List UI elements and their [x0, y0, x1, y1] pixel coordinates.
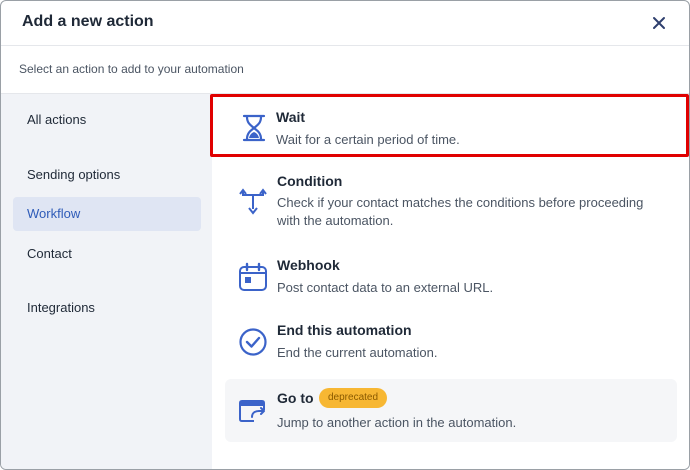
action-webhook[interactable]: Webhook Post contact data to an external… — [212, 257, 688, 301]
action-description: Wait for a certain period of time. — [276, 132, 460, 147]
action-name: Wait — [276, 109, 306, 125]
sidebar-item-label: Workflow — [27, 206, 81, 221]
category-sidebar: All actions Sending options Workflow Con… — [1, 94, 212, 469]
sidebar-item-contact[interactable]: Contact — [13, 237, 201, 271]
goto-window-icon — [237, 396, 267, 426]
deprecated-badge: deprecated — [319, 388, 388, 408]
dialog-header: Add a new action — [1, 1, 689, 46]
add-action-dialog: Add a new action Select an action to add… — [0, 0, 690, 470]
action-condition[interactable]: Condition Check if your contact matches … — [212, 173, 688, 237]
sidebar-item-workflow[interactable]: Workflow — [13, 197, 201, 231]
action-description: Jump to another action in the automation… — [277, 415, 517, 430]
action-description: Check if your contact matches the condit… — [277, 195, 644, 228]
dialog-subtitle-bar: Select an action to add to your automati… — [1, 46, 689, 93]
action-end-automation[interactable]: End this automation End the current auto… — [212, 322, 688, 366]
action-name: Condition — [277, 173, 343, 189]
action-go-to[interactable]: Go to deprecated Jump to another action … — [225, 379, 677, 442]
close-icon[interactable] — [649, 13, 669, 33]
action-description: Post contact data to an external URL. — [277, 280, 494, 295]
action-list: Wait Wait for a certain period of time. … — [210, 94, 689, 469]
branch-icon — [238, 187, 268, 217]
action-name: End this automation — [277, 322, 412, 338]
sidebar-item-label: All actions — [27, 112, 87, 127]
sidebar-item-all-actions[interactable]: All actions — [13, 103, 201, 137]
dialog-title: Add a new action — [22, 13, 154, 30]
sidebar-item-sending-options[interactable]: Sending options — [13, 158, 201, 192]
sidebar-item-label: Contact — [27, 246, 72, 261]
sidebar-item-label: Integrations — [27, 300, 95, 315]
calendar-webhook-icon — [238, 262, 268, 292]
check-circle-icon — [238, 327, 268, 357]
action-description: End the current automation. — [277, 345, 438, 360]
sidebar-item-label: Sending options — [27, 167, 121, 182]
action-name: Webhook — [277, 257, 340, 273]
dialog-body: All actions Sending options Workflow Con… — [1, 93, 689, 469]
dialog-subtitle: Select an action to add to your automati… — [19, 62, 244, 76]
hourglass-icon — [239, 113, 269, 143]
action-name: Go to — [277, 390, 314, 406]
sidebar-item-integrations[interactable]: Integrations — [13, 291, 201, 325]
action-wait[interactable]: Wait Wait for a certain period of time. — [210, 94, 689, 157]
